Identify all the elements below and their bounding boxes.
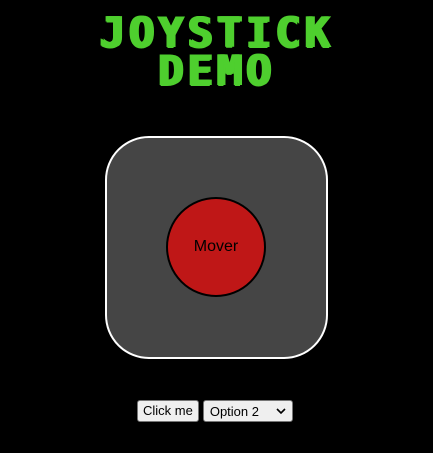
option-select-value: Option 2 <box>209 403 259 419</box>
title-line-2: DEMO <box>157 46 276 95</box>
page-title: JOYSTICK DEMO <box>0 12 433 95</box>
click-me-button[interactable]: Click me <box>137 400 199 422</box>
chevron-down-icon <box>276 408 286 415</box>
mover-label: Mover <box>193 238 239 255</box>
joystick-mover[interactable]: Mover <box>166 197 266 297</box>
option-select[interactable]: Option 2 <box>202 400 293 422</box>
joystick-base: Mover <box>105 136 328 359</box>
joystick-demo-page: JOYSTICK DEMO Mover Click me Option 2 <box>0 0 433 453</box>
controls-bar: Click me Option 2 <box>137 400 293 422</box>
